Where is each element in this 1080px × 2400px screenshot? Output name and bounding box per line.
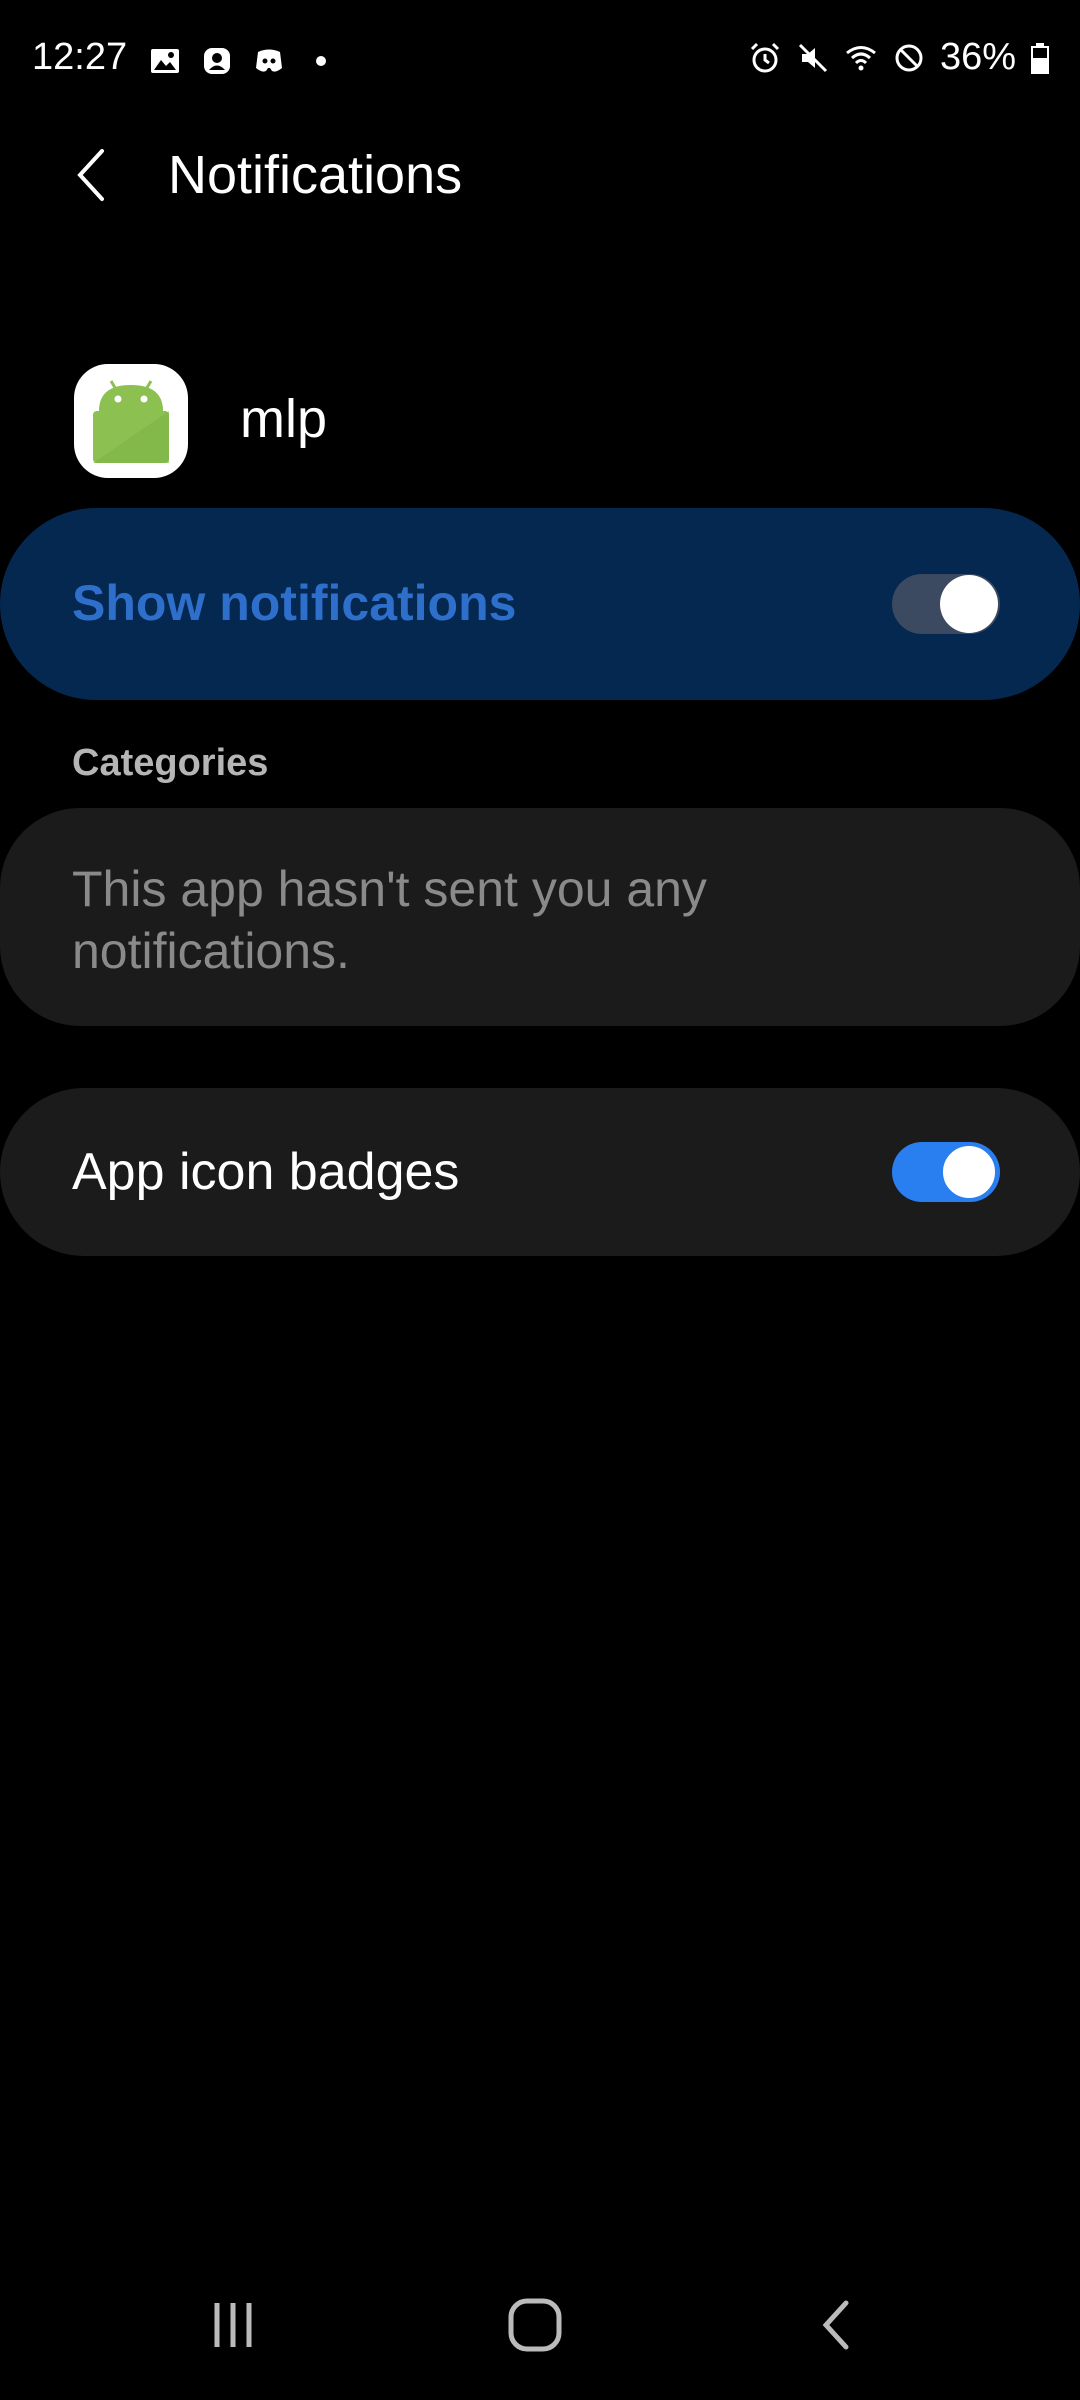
recent-apps-icon bbox=[214, 2303, 252, 2347]
wifi-icon bbox=[844, 41, 878, 75]
show-notifications-row[interactable]: Show notifications bbox=[0, 508, 1080, 700]
app-icon-badges-label: App icon badges bbox=[72, 1143, 460, 1201]
back-button[interactable] bbox=[62, 140, 122, 210]
battery-percent: 36% bbox=[939, 36, 1016, 78]
show-notifications-label: Show notifications bbox=[72, 575, 517, 631]
status-left-icons bbox=[148, 44, 338, 78]
header: Notifications bbox=[0, 120, 1080, 230]
app-row: mlp bbox=[0, 360, 1080, 484]
back-nav-button[interactable] bbox=[792, 2290, 882, 2360]
navigation-bar bbox=[0, 2270, 1080, 2380]
status-right-icons: 36% bbox=[748, 36, 1050, 79]
show-notifications-toggle[interactable] bbox=[892, 574, 1000, 634]
back-icon bbox=[77, 149, 104, 201]
toggle-knob bbox=[940, 1143, 998, 1201]
do-not-disturb-icon bbox=[892, 41, 926, 75]
battery-icon bbox=[1030, 41, 1050, 75]
recent-apps-button[interactable] bbox=[188, 2290, 278, 2360]
categories-heading: Categories bbox=[72, 742, 269, 784]
app-name: mlp bbox=[240, 389, 328, 449]
back-nav-icon bbox=[822, 2300, 849, 2350]
dot-icon bbox=[304, 44, 338, 78]
status-time: 12:27 bbox=[32, 36, 128, 78]
page-title: Notifications bbox=[168, 145, 463, 205]
categories-empty-card: This app hasn't sent you any notificatio… bbox=[0, 808, 1080, 1026]
gallery-icon bbox=[148, 44, 182, 78]
app-icon-badges-toggle[interactable] bbox=[892, 1142, 1000, 1202]
status-bar: 12:27 36% bbox=[0, 0, 1080, 120]
discord-icon bbox=[252, 44, 286, 78]
home-button[interactable] bbox=[490, 2290, 580, 2360]
profile-icon bbox=[200, 44, 234, 78]
mute-icon bbox=[796, 41, 830, 75]
app-icon-badges-row[interactable]: App icon badges bbox=[0, 1088, 1080, 1256]
toggle-knob bbox=[940, 575, 998, 633]
home-icon bbox=[508, 2298, 562, 2352]
alarm-icon bbox=[748, 41, 782, 75]
empty-categories-message: This app hasn't sent you any notificatio… bbox=[72, 861, 707, 979]
android-app-icon bbox=[74, 364, 188, 478]
